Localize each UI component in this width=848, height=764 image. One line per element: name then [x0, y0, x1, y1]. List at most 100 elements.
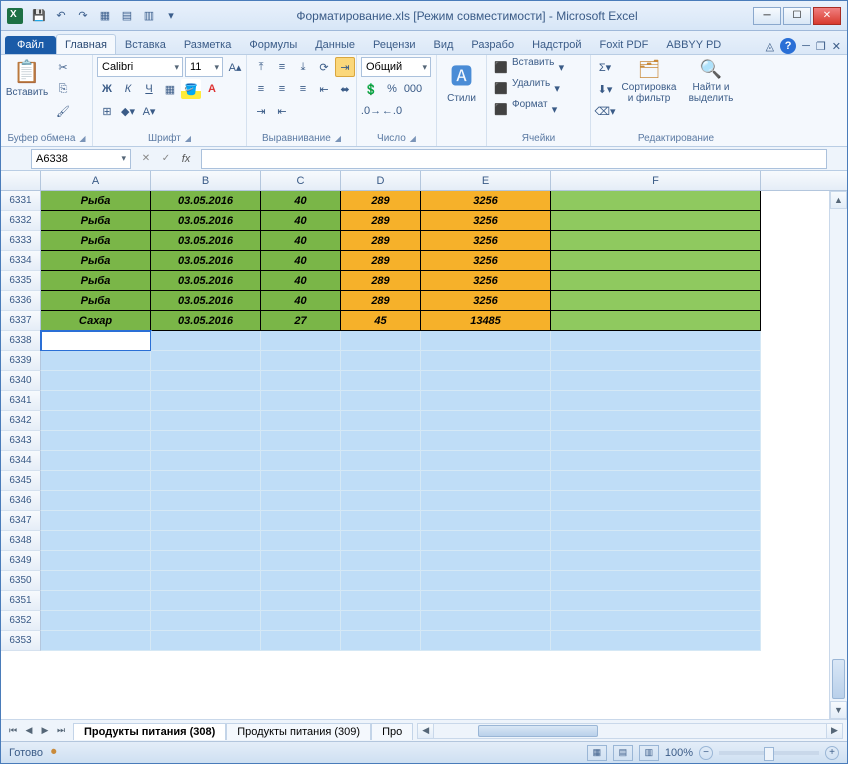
qat-icon[interactable]: ▾ — [161, 6, 181, 26]
increase-decimal-icon[interactable]: .0→ — [361, 101, 381, 121]
cell[interactable] — [421, 351, 551, 371]
sheet-tab[interactable]: Про — [371, 723, 413, 740]
cell[interactable] — [151, 431, 261, 451]
cell[interactable] — [551, 431, 761, 451]
cell[interactable]: Рыба — [41, 291, 151, 311]
border-button[interactable]: ▦ — [160, 79, 180, 99]
ribbon-tab-рецензи[interactable]: Рецензи — [364, 34, 425, 54]
cell[interactable] — [551, 251, 761, 271]
cell[interactable]: Рыба — [41, 191, 151, 211]
cell[interactable] — [421, 551, 551, 571]
cell[interactable]: 40 — [261, 291, 341, 311]
row-header[interactable]: 6348 — [1, 531, 41, 551]
row-header[interactable]: 6350 — [1, 571, 41, 591]
cell[interactable] — [41, 391, 151, 411]
cell[interactable]: 03.05.2016 — [151, 271, 261, 291]
cell[interactable] — [261, 331, 341, 351]
cell[interactable]: 03.05.2016 — [151, 211, 261, 231]
cell[interactable] — [151, 371, 261, 391]
cell[interactable]: 40 — [261, 211, 341, 231]
cell[interactable] — [261, 631, 341, 651]
underline-button[interactable]: Ч — [139, 79, 159, 99]
row-header[interactable]: 6346 — [1, 491, 41, 511]
cancel-formula-icon[interactable]: ✕ — [137, 150, 155, 168]
fill-color-button[interactable]: 🪣 — [181, 79, 201, 99]
cell[interactable] — [421, 431, 551, 451]
cell[interactable] — [341, 551, 421, 571]
align-right-icon[interactable]: ≡ — [293, 79, 313, 99]
bold-button[interactable]: Ж — [97, 79, 117, 99]
cell[interactable] — [551, 351, 761, 371]
cell[interactable] — [151, 631, 261, 651]
styles-button[interactable]: 🅰 Стили — [441, 57, 482, 106]
macro-record-icon[interactable]: ⏺ — [51, 746, 57, 759]
close-button[interactable]: ✕ — [813, 7, 841, 25]
row-header[interactable]: 6337 — [1, 311, 41, 331]
cell[interactable] — [261, 451, 341, 471]
row-header[interactable]: 6351 — [1, 591, 41, 611]
column-header-C[interactable]: C — [261, 171, 341, 190]
font-size-combo[interactable]: 11 — [185, 57, 223, 77]
cell[interactable] — [261, 411, 341, 431]
row-header[interactable]: 6353 — [1, 631, 41, 651]
ribbon-tab-abbyy pd[interactable]: ABBYY PD — [657, 34, 730, 54]
cell[interactable] — [151, 511, 261, 531]
cell[interactable]: 03.05.2016 — [151, 311, 261, 331]
cell[interactable]: 45 — [341, 311, 421, 331]
sheet-tab-active[interactable]: Продукты питания (308) — [73, 723, 226, 740]
merge-button[interactable]: ⬌ — [335, 79, 355, 99]
cell[interactable] — [421, 631, 551, 651]
align-middle-icon[interactable]: ≡ — [272, 57, 292, 77]
name-box[interactable]: A6338▾ — [31, 149, 131, 169]
horizontal-scrollbar[interactable]: ◀ ▶ — [417, 723, 843, 739]
normal-view-icon[interactable]: ▦ — [587, 745, 607, 761]
ribbon-tab-надстрой[interactable]: Надстрой — [523, 34, 590, 54]
column-header-A[interactable]: A — [41, 171, 151, 190]
cell[interactable] — [421, 531, 551, 551]
indent-icon[interactable]: ⇥ — [251, 101, 271, 121]
cell[interactable] — [151, 391, 261, 411]
ribbon-minimize-icon[interactable]: ◬ — [766, 40, 774, 53]
cell[interactable] — [41, 331, 151, 351]
row-header[interactable]: 6343 — [1, 431, 41, 451]
cell[interactable] — [41, 551, 151, 571]
cell[interactable] — [261, 571, 341, 591]
cell[interactable] — [551, 571, 761, 591]
cell[interactable] — [551, 531, 761, 551]
format-painter-icon[interactable]: 🖌 — [53, 101, 73, 121]
cell[interactable]: 40 — [261, 271, 341, 291]
autosum-icon[interactable]: Σ▾ — [595, 57, 615, 77]
cell[interactable] — [551, 471, 761, 491]
scroll-up-icon[interactable]: ▲ — [830, 191, 847, 209]
cut-icon[interactable]: ✂ — [53, 57, 73, 77]
row-header[interactable]: 6342 — [1, 411, 41, 431]
cell[interactable] — [341, 511, 421, 531]
cell[interactable] — [261, 531, 341, 551]
last-sheet-icon[interactable]: ⏭ — [53, 723, 69, 739]
cell[interactable] — [551, 491, 761, 511]
cell[interactable] — [421, 611, 551, 631]
cell[interactable]: 3256 — [421, 291, 551, 311]
cell[interactable] — [41, 631, 151, 651]
cell[interactable]: 3256 — [421, 251, 551, 271]
orientation-icon[interactable]: ⟳ — [314, 57, 334, 77]
cell[interactable] — [551, 591, 761, 611]
undo-icon[interactable]: ↶ — [51, 6, 71, 26]
minimize-button[interactable]: ─ — [753, 7, 781, 25]
ribbon-tab-вставка[interactable]: Вставка — [116, 34, 175, 54]
cell[interactable] — [551, 511, 761, 531]
ribbon-tab-главная[interactable]: Главная — [56, 34, 116, 54]
dialog-launcher-icon[interactable]: ◢ — [185, 134, 191, 143]
scroll-thumb[interactable] — [832, 659, 845, 699]
cell[interactable] — [41, 511, 151, 531]
cell[interactable] — [341, 371, 421, 391]
cell[interactable] — [261, 611, 341, 631]
dialog-launcher-icon[interactable]: ◢ — [410, 134, 416, 143]
ribbon-tab-вид[interactable]: Вид — [425, 34, 463, 54]
font-name-combo[interactable]: Calibri — [97, 57, 183, 77]
cell[interactable] — [41, 371, 151, 391]
cell[interactable] — [41, 351, 151, 371]
fill-down-icon[interactable]: ⬇▾ — [595, 79, 615, 99]
cell[interactable] — [151, 411, 261, 431]
cell[interactable] — [261, 391, 341, 411]
